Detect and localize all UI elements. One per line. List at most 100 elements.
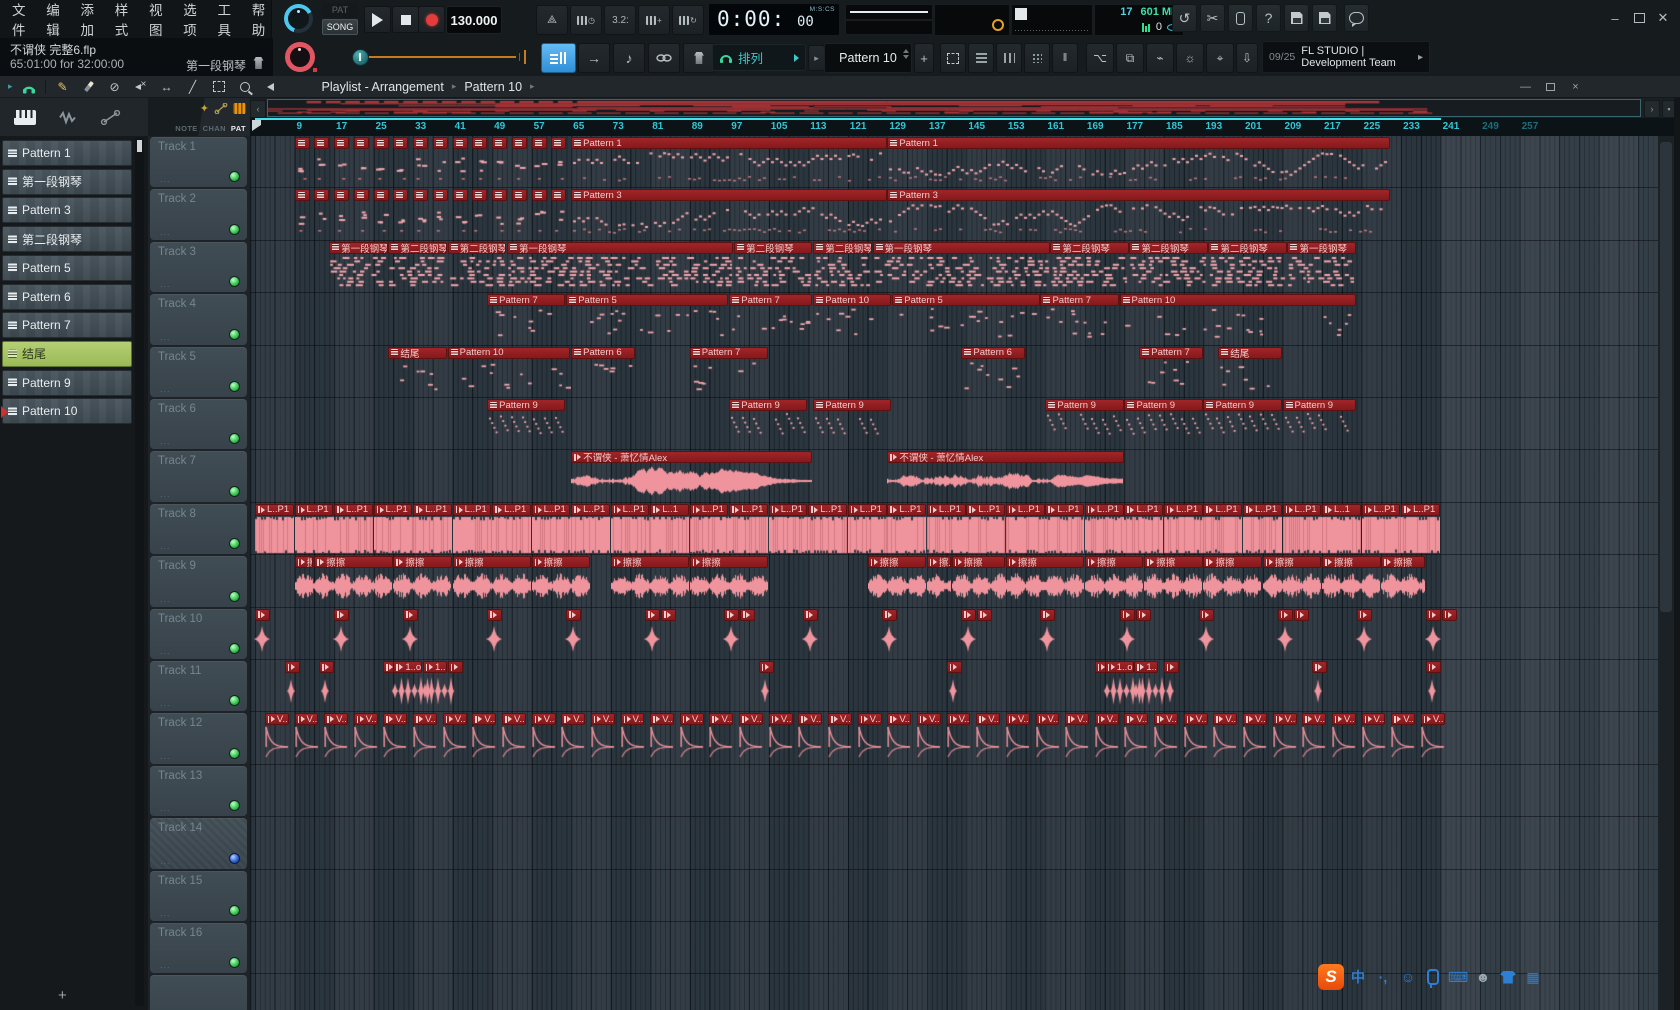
- clip[interactable]: 1..om: [1105, 661, 1134, 711]
- ime-keyboard-button[interactable]: ⌨: [1447, 965, 1469, 989]
- clip[interactable]: L..P1: [1006, 504, 1045, 554]
- clip-header[interactable]: L..P1: [453, 504, 492, 516]
- clip-header[interactable]: V..3: [472, 713, 496, 725]
- track-led[interactable]: [229, 171, 240, 182]
- clip-header[interactable]: 第二段钢琴: [448, 242, 506, 254]
- clip-header[interactable]: 1..om: [1105, 661, 1134, 673]
- sogou-logo[interactable]: S: [1318, 964, 1344, 990]
- chevron-right-icon[interactable]: ▸: [1418, 52, 1423, 63]
- clip[interactable]: [551, 137, 566, 187]
- clip-header[interactable]: 擦擦: [1144, 556, 1202, 568]
- clip[interactable]: [472, 137, 487, 187]
- slip-tool-button[interactable]: ↔: [158, 79, 176, 95]
- clip-header[interactable]: V..3: [1006, 713, 1030, 725]
- clip-header[interactable]: L..P1: [334, 504, 373, 516]
- clip[interactable]: 第二段钢琴: [1050, 242, 1128, 292]
- pattern-picker-icon[interactable]: [14, 110, 36, 125]
- track-header-4[interactable]: Track 4...: [150, 294, 247, 344]
- clip-header[interactable]: L..P1: [966, 504, 1005, 516]
- pattern-prev-button[interactable]: ▸: [808, 45, 825, 71]
- clip-header[interactable]: L..P1: [611, 504, 650, 516]
- clip-header[interactable]: V..3: [265, 713, 289, 725]
- master-pitch-slider[interactable]: [352, 42, 526, 72]
- clip-header[interactable]: L..P1: [571, 504, 610, 516]
- delete-tool-button[interactable]: ⊘: [106, 79, 124, 95]
- clip[interactable]: [453, 189, 468, 239]
- clip-header[interactable]: [374, 189, 389, 201]
- clip-header[interactable]: L..P1: [808, 504, 847, 516]
- clip-header[interactable]: L..P1: [1164, 504, 1203, 516]
- clip-header[interactable]: Pattern 9: [487, 399, 565, 411]
- zoom-tool-button[interactable]: [236, 79, 254, 95]
- copy-button[interactable]: ⧉: [1116, 43, 1144, 73]
- clip-header[interactable]: [334, 189, 349, 201]
- clip[interactable]: 擦擦: [295, 556, 314, 606]
- time-display[interactable]: 0:00: 00 M:S:CS: [708, 3, 840, 36]
- clip-header[interactable]: V..3: [1036, 713, 1060, 725]
- clip-header[interactable]: 擦擦: [1085, 556, 1143, 568]
- clip[interactable]: L..P1: [1401, 504, 1440, 554]
- clip-header[interactable]: [1426, 661, 1441, 673]
- typing-keyboard-button[interactable]: ♪: [613, 43, 645, 73]
- clip-header[interactable]: 擦擦: [868, 556, 926, 568]
- clip-header[interactable]: V..3: [650, 713, 674, 725]
- track-led[interactable]: [229, 538, 240, 549]
- clip-header[interactable]: Pattern 10: [1120, 294, 1356, 306]
- clip[interactable]: Pattern 5: [892, 294, 1039, 344]
- clip-header[interactable]: [453, 137, 468, 149]
- clip[interactable]: [393, 189, 408, 239]
- clip[interactable]: [1312, 661, 1327, 711]
- clip[interactable]: V..3: [1243, 713, 1267, 763]
- clip-header[interactable]: V..3: [1243, 713, 1267, 725]
- tempo-display[interactable]: 130.000: [446, 6, 502, 34]
- track-led[interactable]: [229, 957, 240, 968]
- clip[interactable]: V..3: [1421, 713, 1445, 763]
- menu-item-7[interactable]: 帮助: [252, 0, 271, 39]
- clip[interactable]: [645, 609, 660, 659]
- clip[interactable]: V..3: [1332, 713, 1356, 763]
- pattern-item-4[interactable]: 第二段钢琴: [2, 226, 132, 252]
- clip-header[interactable]: 第二段钢琴: [1208, 242, 1286, 254]
- clip[interactable]: [551, 189, 566, 239]
- track-header-2[interactable]: Track 2...: [150, 189, 247, 239]
- clip-header[interactable]: [1199, 609, 1214, 621]
- save-new-version-button[interactable]: [1312, 4, 1337, 32]
- clip[interactable]: 擦擦: [1381, 556, 1425, 606]
- clip[interactable]: [319, 661, 334, 711]
- clip[interactable]: L..P1: [255, 504, 294, 554]
- pat-tab-label[interactable]: PAT: [231, 124, 246, 133]
- chat-button[interactable]: [1344, 4, 1369, 32]
- pattern-item-2[interactable]: 第一段钢琴: [2, 169, 132, 195]
- track-header-9[interactable]: Track 9...: [150, 556, 247, 606]
- automation-tab-icon[interactable]: [214, 103, 228, 114]
- clip-header[interactable]: [403, 609, 418, 621]
- clip[interactable]: V..3: [798, 713, 822, 763]
- menu-item-5[interactable]: 选项: [183, 0, 202, 39]
- clip-header[interactable]: L..P1: [690, 504, 729, 516]
- clip[interactable]: [947, 661, 962, 711]
- track-led[interactable]: [229, 276, 240, 287]
- clip-header[interactable]: [492, 137, 507, 149]
- clip-header[interactable]: [393, 137, 408, 149]
- clip-header[interactable]: [314, 189, 329, 201]
- edison-record-button[interactable]: [1228, 4, 1253, 32]
- clip[interactable]: [1120, 609, 1135, 659]
- clip[interactable]: L..P1: [1085, 504, 1124, 554]
- clip[interactable]: V..3: [917, 713, 941, 763]
- clip[interactable]: Pattern 9: [1203, 399, 1281, 449]
- clip[interactable]: 第二段钢琴: [813, 242, 871, 292]
- clip-header[interactable]: [1357, 609, 1372, 621]
- playback-tool-button[interactable]: [262, 79, 280, 95]
- playlist-close-button[interactable]: ×: [1567, 80, 1584, 94]
- clip[interactable]: Pattern 3: [571, 189, 886, 239]
- track-header-13[interactable]: Track 13...: [150, 766, 247, 816]
- clip-header[interactable]: L..P1: [769, 504, 808, 516]
- playhead-marker[interactable]: [252, 120, 261, 131]
- clip[interactable]: L..P1: [1164, 504, 1203, 554]
- menu-item-3[interactable]: 样式: [115, 0, 134, 39]
- clip[interactable]: [374, 189, 389, 239]
- clip-header[interactable]: L..P1: [374, 504, 413, 516]
- ime-punctuation-button[interactable]: ·,: [1372, 965, 1394, 989]
- add-pattern-sidebar-button[interactable]: +: [58, 987, 67, 1004]
- clip-header[interactable]: Pattern 10: [813, 294, 891, 306]
